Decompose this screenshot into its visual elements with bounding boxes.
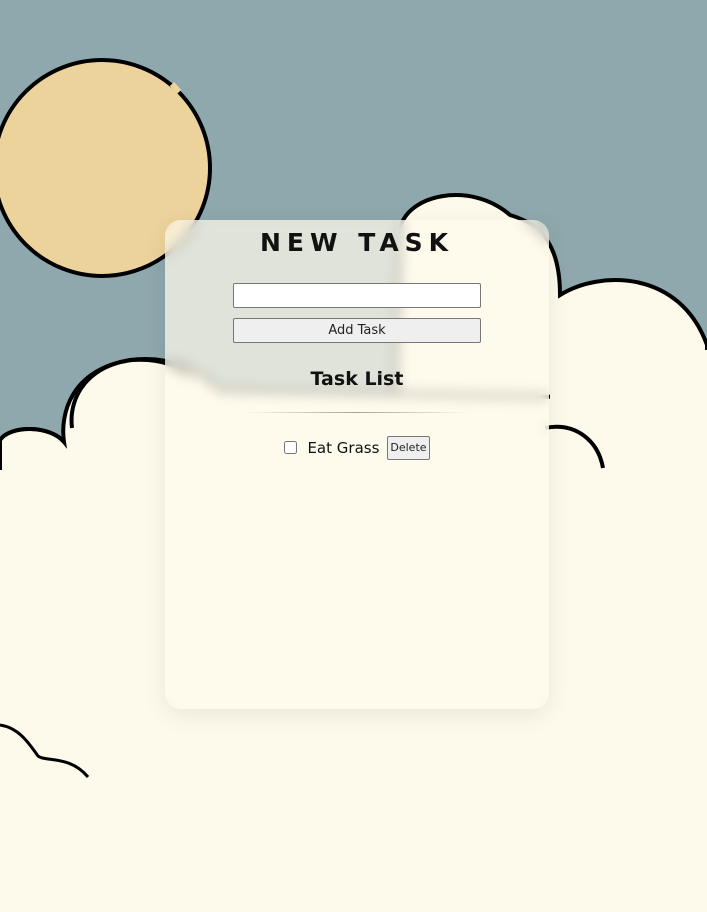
task-card: NEW TASK Add Task Task List Eat Grass De…: [165, 220, 549, 709]
divider: [245, 412, 469, 413]
task-item: Eat Grass Delete: [165, 435, 549, 460]
task-checkbox[interactable]: [284, 441, 298, 454]
delete-button[interactable]: Delete: [387, 435, 430, 460]
task-text: Eat Grass: [307, 438, 380, 457]
page-title: NEW TASK: [259, 228, 455, 257]
task-input[interactable]: [233, 283, 481, 308]
add-task-button[interactable]: Add Task: [233, 318, 481, 343]
task-list-title: Task List: [310, 368, 404, 390]
